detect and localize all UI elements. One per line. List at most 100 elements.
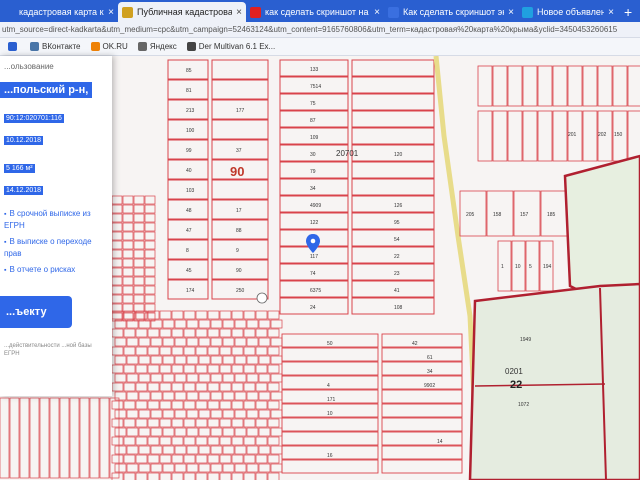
parcel-number: 79 xyxy=(310,169,316,175)
parcel-number: 6375 xyxy=(310,288,321,294)
parcel xyxy=(144,204,156,214)
tab-label: Публичная кадастровая карта xyxy=(137,7,233,17)
parcel-number: 40 xyxy=(186,168,192,174)
parcel xyxy=(243,364,256,374)
url-text[interactable]: utm_source=direct-kadkarta&utm_medium=cp… xyxy=(2,25,617,34)
parcel xyxy=(270,355,283,365)
parcel xyxy=(246,337,259,347)
parcel xyxy=(162,337,175,347)
parcel xyxy=(159,400,172,410)
parcel xyxy=(144,258,156,268)
parcel xyxy=(138,427,151,437)
parcel xyxy=(281,417,379,432)
tab-2[interactable]: как сделать скриншот на комп × xyxy=(246,2,384,22)
cadastral-number[interactable]: 90:12:020701:116 xyxy=(4,114,64,123)
parcel-number: 41 xyxy=(394,288,400,294)
parcel xyxy=(133,240,145,250)
parcel xyxy=(123,472,136,480)
parcel xyxy=(29,397,40,479)
parcel xyxy=(222,337,235,347)
parcel xyxy=(138,355,151,365)
go-to-object-button[interactable]: ...ъекту xyxy=(0,296,72,328)
tab-3[interactable]: Как сделать скриншот экрана × xyxy=(384,2,518,22)
parcel xyxy=(123,346,136,356)
parcel xyxy=(207,346,220,356)
parcel xyxy=(135,364,148,374)
parcel xyxy=(150,463,163,473)
parcel xyxy=(162,373,175,383)
parcel xyxy=(126,355,139,365)
parcel xyxy=(111,328,124,338)
parcel xyxy=(195,418,208,428)
parcel xyxy=(195,400,208,410)
parcel xyxy=(183,418,196,428)
close-icon[interactable]: × xyxy=(236,7,242,18)
parcel xyxy=(147,454,160,464)
parcel-number: 1072 xyxy=(518,402,529,408)
marker-circle xyxy=(256,292,268,304)
parcel xyxy=(39,397,50,479)
new-tab-button[interactable]: + xyxy=(618,2,638,22)
address-bar[interactable]: utm_source=direct-kadkarta&utm_medium=cp… xyxy=(0,22,640,38)
parcel xyxy=(222,445,235,455)
close-icon[interactable]: × xyxy=(374,7,380,18)
parcel xyxy=(144,240,156,250)
close-icon[interactable]: × xyxy=(608,7,614,18)
bookmark-2[interactable]: OK.RU xyxy=(90,42,128,51)
parcel xyxy=(135,346,148,356)
parcel-number: 87 xyxy=(310,118,316,124)
parcel xyxy=(246,355,259,365)
parcel xyxy=(0,397,10,479)
parcel-number: 4 xyxy=(327,383,330,389)
parcel xyxy=(222,319,235,329)
parcel xyxy=(133,267,145,277)
parcel xyxy=(114,391,127,401)
parcel xyxy=(111,267,123,277)
extract-link[interactable]: ▪ В срочной выписке из ЕГРН xyxy=(4,208,104,231)
parcel xyxy=(159,436,172,446)
parcel xyxy=(222,427,235,437)
parcel xyxy=(246,463,259,473)
bookmark-0[interactable] xyxy=(8,42,20,51)
parcel xyxy=(183,436,196,446)
parcel xyxy=(231,436,244,446)
parcel xyxy=(133,222,145,232)
parcel xyxy=(267,310,280,320)
parcel xyxy=(111,346,124,356)
parcel xyxy=(198,391,211,401)
bookmark-4[interactable]: Der Multivan 6.1 Ex... xyxy=(186,42,276,51)
parcel xyxy=(162,391,175,401)
bookmark-3[interactable]: Яндекс xyxy=(137,42,177,51)
tab-1[interactable]: Публичная кадастровая карта× xyxy=(118,2,246,22)
parcel xyxy=(144,294,156,304)
parcel xyxy=(111,382,124,392)
date-updated: 14.12.2018 xyxy=(4,186,44,195)
tab-0[interactable]: кадастровая карта крыма × xyxy=(0,2,118,22)
parcel xyxy=(234,427,247,437)
parcel xyxy=(150,427,163,437)
parcel xyxy=(210,427,223,437)
transfer-link[interactable]: ▪ В выписке о переходе прав xyxy=(4,236,104,259)
vw-icon xyxy=(186,42,196,51)
close-icon[interactable]: × xyxy=(108,7,114,18)
parcel xyxy=(198,463,211,473)
parcel xyxy=(267,382,280,392)
parcel xyxy=(381,417,463,432)
bookmark-1[interactable]: ВКонтакте xyxy=(30,42,81,51)
parcel xyxy=(281,361,379,376)
parcel xyxy=(258,409,271,419)
risk-report-link[interactable]: ▪ В отчете о рисках xyxy=(4,264,104,276)
parcel xyxy=(186,409,199,419)
parcel-number: 174 xyxy=(186,288,195,294)
close-icon[interactable]: × xyxy=(508,7,514,18)
parcel xyxy=(351,178,435,196)
parcel xyxy=(267,418,280,428)
parcel xyxy=(211,239,269,260)
parcel xyxy=(477,65,493,107)
bookmark-label: Der Multivan 6.1 Ex... xyxy=(198,42,276,51)
parcel xyxy=(381,361,463,376)
parcel-number: 177 xyxy=(236,108,245,114)
tab-4[interactable]: Новое объявление× xyxy=(518,2,618,22)
parcel-number: 24 xyxy=(310,305,316,311)
parcel xyxy=(147,472,160,480)
